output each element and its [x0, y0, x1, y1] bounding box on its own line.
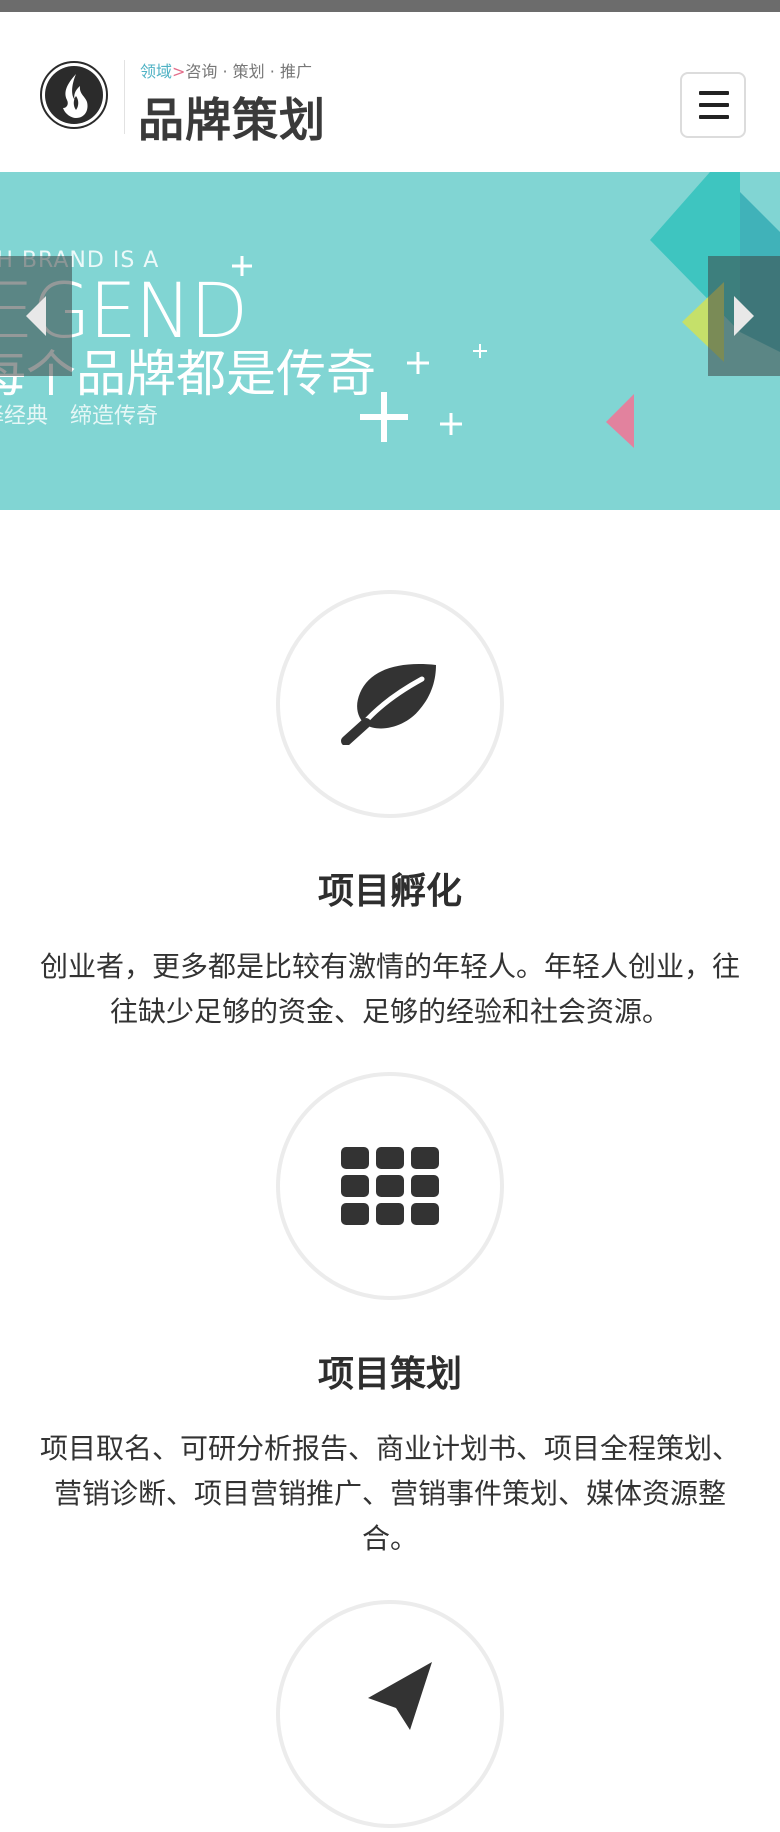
tagline-accent: 领域	[140, 62, 173, 81]
tagline-separator: >	[172, 62, 186, 81]
site-header: 领域>咨询 · 策划 · 推广 品牌策划	[0, 12, 780, 172]
send-icon	[368, 1662, 432, 1730]
slider-next-button[interactable]	[708, 256, 780, 376]
feature-icon-ring	[276, 1600, 504, 1828]
flame-icon[interactable]	[40, 61, 108, 129]
feature-title: 项目策划	[317, 1354, 462, 1395]
feature-description: 创业者，更多都是比较有激情的年轻人。年轻人创业，往往缺少足够的资金、足够的经验和…	[39, 950, 740, 1028]
feature-icon-ring	[276, 590, 504, 818]
tagline-text: 咨询 · 策划 · 推广	[185, 62, 312, 81]
feature-icon-ring	[276, 1072, 504, 1300]
brand-title[interactable]: 品牌策划	[138, 84, 326, 150]
chevron-left-icon	[26, 296, 46, 336]
banner-subline: 择经典 缔造传奇	[0, 404, 159, 429]
logo-tagline: 领域>咨询 · 策划 · 推广	[140, 58, 312, 82]
feature-title: 项目孵化	[317, 871, 462, 912]
hamburger-menu-icon[interactable]	[680, 72, 746, 138]
leaf-icon	[341, 664, 436, 745]
slider-prev-button[interactable]	[0, 256, 72, 376]
hero-banner: CH BRAND IS A EGEND 每个品牌都是传奇 择经典 缔造传奇	[0, 172, 780, 510]
browser-top-bar	[0, 0, 780, 12]
chevron-right-icon	[734, 296, 754, 336]
logo-divider	[124, 60, 125, 134]
grid-icon	[341, 1147, 439, 1225]
feature-description: 项目取名、可研分析报告、商业计划书、项目全程策划、营销诊断、项目营销推广、营销事…	[39, 1432, 740, 1555]
